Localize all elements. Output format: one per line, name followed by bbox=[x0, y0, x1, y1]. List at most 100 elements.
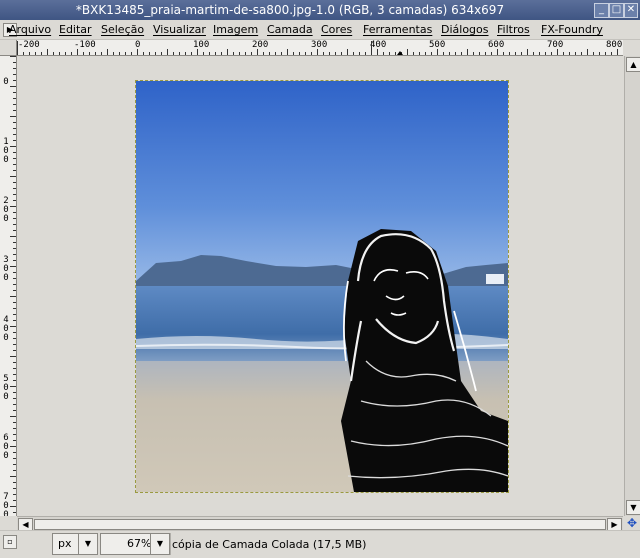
ruler-tick bbox=[13, 62, 16, 63]
ruler-tick bbox=[13, 380, 16, 381]
ruler-tick bbox=[449, 52, 450, 55]
ruler-tick bbox=[377, 49, 378, 55]
ruler-tick bbox=[13, 260, 16, 261]
ruler-label: 600 bbox=[3, 433, 9, 461]
ruler-tick bbox=[13, 290, 16, 291]
scroll-down-icon[interactable]: ▼ bbox=[626, 500, 640, 515]
ruler-tick bbox=[13, 284, 16, 285]
ruler-label: 500 bbox=[3, 374, 9, 402]
ruler-tick bbox=[10, 506, 16, 507]
minimize-button[interactable]: _ bbox=[594, 3, 609, 18]
ruler-tick bbox=[13, 278, 16, 279]
menu-selecao[interactable]: Seleção bbox=[101, 23, 144, 36]
ruler-label: 400 bbox=[370, 40, 387, 50]
ruler-tick bbox=[413, 52, 414, 55]
chevron-down-icon[interactable]: ▼ bbox=[78, 534, 97, 554]
navigate-icon[interactable]: ✥ bbox=[624, 516, 640, 530]
ruler-tick bbox=[13, 332, 16, 333]
image-canvas[interactable] bbox=[135, 80, 509, 493]
ruler-tick bbox=[329, 52, 330, 55]
ruler-tick bbox=[551, 52, 552, 55]
ruler-tick bbox=[13, 422, 16, 423]
pointer-marker-icon bbox=[397, 51, 403, 55]
ruler-tick bbox=[143, 52, 144, 55]
maximize-button[interactable]: □ bbox=[609, 3, 624, 18]
canvas-area[interactable] bbox=[17, 56, 623, 516]
ruler-tick bbox=[593, 52, 594, 55]
menu-bar: ▶ Arquivo Editar Seleção Visualizar Imag… bbox=[0, 20, 640, 40]
menu-camada[interactable]: Camada bbox=[267, 23, 313, 36]
ruler-tick bbox=[13, 512, 16, 513]
ruler-tick bbox=[431, 52, 432, 55]
ruler-tick bbox=[113, 52, 114, 55]
ruler-tick bbox=[13, 452, 16, 453]
menu-imagem[interactable]: Imagem bbox=[213, 23, 258, 36]
ruler-tick bbox=[13, 110, 16, 111]
ruler-tick bbox=[13, 74, 16, 75]
ruler-tick bbox=[10, 476, 16, 477]
ruler-label: 800 bbox=[606, 40, 623, 50]
menu-fx-foundry[interactable]: FX-Foundry bbox=[541, 23, 603, 36]
ruler-tick bbox=[13, 98, 16, 99]
ruler-tick bbox=[275, 52, 276, 55]
menu-filtros[interactable]: Filtros bbox=[497, 23, 530, 36]
ruler-tick bbox=[10, 116, 16, 117]
ruler-tick bbox=[13, 428, 16, 429]
ruler-tick bbox=[13, 368, 16, 369]
close-button[interactable]: ✕ bbox=[624, 3, 638, 18]
ruler-tick bbox=[161, 52, 162, 55]
ruler-label: 400 bbox=[3, 315, 9, 343]
ruler-tick bbox=[149, 52, 150, 55]
chevron-down-icon[interactable]: ▼ bbox=[150, 534, 169, 554]
ruler-tick bbox=[323, 52, 324, 55]
vertical-scrollbar[interactable]: ▲ ▼ bbox=[624, 56, 640, 516]
horizontal-scrollbar[interactable]: ◀ ▶ bbox=[17, 516, 623, 531]
scroll-thumb[interactable] bbox=[34, 519, 606, 530]
menu-arquivo[interactable]: Arquivo bbox=[9, 23, 51, 36]
ruler-tick bbox=[13, 128, 16, 129]
ruler-tick bbox=[239, 52, 240, 55]
scroll-up-icon[interactable]: ▲ bbox=[626, 57, 640, 72]
ruler-tick bbox=[13, 182, 16, 183]
menu-ferramentas[interactable]: Ferramentas bbox=[363, 23, 432, 36]
vertical-ruler[interactable]: 0 100 200 300 400 500 600 700 bbox=[0, 56, 17, 516]
menu-dialogos[interactable]: Diálogos bbox=[441, 23, 489, 36]
ruler-tick bbox=[13, 188, 16, 189]
ruler-tick bbox=[587, 49, 588, 55]
ruler-label: 300 bbox=[311, 40, 328, 50]
ruler-tick bbox=[611, 52, 612, 55]
unit-select[interactable]: px ▼ bbox=[52, 533, 98, 555]
ruler-tick bbox=[13, 362, 16, 363]
ruler-tick bbox=[269, 52, 270, 55]
ruler-tick bbox=[425, 52, 426, 55]
ruler-tick bbox=[13, 308, 16, 309]
menu-editar[interactable]: Editar bbox=[59, 23, 92, 36]
ruler-tick bbox=[383, 52, 384, 55]
ruler-tick bbox=[13, 104, 16, 105]
ruler-tick bbox=[479, 52, 480, 55]
ruler-tick bbox=[17, 41, 18, 55]
ruler-tick bbox=[13, 494, 16, 495]
zoom-select[interactable]: 67% ▼ bbox=[100, 533, 170, 555]
ruler-tick bbox=[605, 52, 606, 55]
ruler-tick bbox=[251, 52, 252, 55]
ruler-tick bbox=[215, 52, 216, 55]
ruler-tick bbox=[13, 500, 16, 501]
ruler-tick bbox=[509, 52, 510, 55]
ruler-tick bbox=[13, 440, 16, 441]
ruler-tick bbox=[13, 392, 16, 393]
ruler-tick bbox=[335, 52, 336, 55]
ruler-tick bbox=[13, 464, 16, 465]
ruler-tick bbox=[227, 49, 228, 55]
ruler-tick bbox=[13, 164, 16, 165]
ruler-tick bbox=[467, 49, 468, 55]
ruler-tick bbox=[13, 224, 16, 225]
ruler-tick bbox=[10, 56, 16, 57]
menu-visualizar[interactable]: Visualizar bbox=[153, 23, 206, 36]
menu-cores[interactable]: Cores bbox=[321, 23, 352, 36]
ruler-tick bbox=[13, 242, 16, 243]
ruler-tick bbox=[353, 52, 354, 55]
horizontal-ruler[interactable]: -200 -100 0 100 200 300 400 500 600 700 … bbox=[17, 40, 623, 56]
ruler-tick bbox=[365, 52, 366, 55]
quick-mask-icon[interactable]: ▫ bbox=[3, 535, 17, 549]
